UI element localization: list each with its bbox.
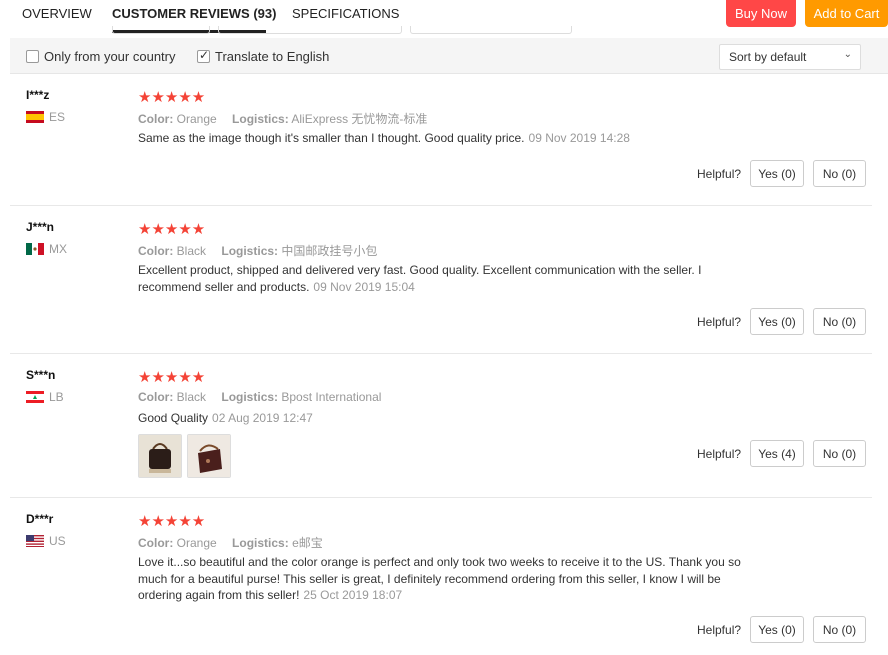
logistics-label: Logistics: bbox=[232, 536, 289, 550]
review-item: S***n LB ★★★★★ Color: Black Logistics: B… bbox=[10, 354, 872, 498]
color-value: Orange bbox=[176, 536, 217, 550]
sort-dropdown[interactable]: Sort by default ⌄ bbox=[719, 44, 861, 70]
review-attributes: Color: Black Logistics: 中国邮政挂号小包 bbox=[138, 242, 377, 259]
sort-value: Sort by default bbox=[729, 50, 807, 64]
review-attributes: Color: Orange Logistics: AliExpress 无忧物流… bbox=[138, 110, 427, 127]
review-item: I***z ES ★★★★★ Color: Orange Logistics: … bbox=[10, 74, 872, 206]
reviewer-country: ES bbox=[26, 110, 65, 124]
helpful-no-button[interactable]: No (0) bbox=[813, 440, 866, 467]
only-country-checkbox[interactable] bbox=[26, 50, 39, 63]
helpful-yes-button[interactable]: Yes (0) bbox=[750, 160, 804, 187]
search-field-edge bbox=[112, 26, 210, 34]
tab-overview[interactable]: OVERVIEW bbox=[22, 6, 92, 21]
review-body: Good Quality bbox=[138, 411, 209, 425]
tab-specifications[interactable]: SPECIFICATIONS bbox=[292, 6, 399, 21]
logistics-value: AliExpress 无忧物流-标准 bbox=[291, 112, 428, 126]
translate-label[interactable]: Translate to English bbox=[215, 49, 329, 64]
helpful-label: Helpful? bbox=[697, 623, 742, 637]
country-code: US bbox=[49, 534, 66, 548]
country-code: ES bbox=[49, 110, 66, 124]
logistics-value: 中国邮政挂号小包 bbox=[281, 244, 378, 258]
color-value: Orange bbox=[176, 112, 217, 126]
helpful-label: Helpful? bbox=[697, 447, 742, 461]
buy-now-button[interactable]: Buy Now bbox=[726, 0, 796, 27]
helpful-label: Helpful? bbox=[697, 315, 742, 329]
review-body: Love it...so beautiful and the color ora… bbox=[138, 555, 741, 602]
review-body: Same as the image though it's smaller th… bbox=[138, 131, 525, 145]
helpful-no-button[interactable]: No (0) bbox=[813, 308, 866, 335]
flag-us-icon bbox=[26, 535, 44, 547]
color-label: Color: bbox=[138, 536, 174, 550]
bag-photo-icon bbox=[139, 435, 181, 477]
bag-photo-icon bbox=[188, 435, 230, 477]
logistics-label: Logistics: bbox=[221, 390, 279, 404]
review-text: Same as the image though it's smaller th… bbox=[138, 130, 758, 147]
review-text: Good Quality 02 Aug 2019 12:47 bbox=[138, 410, 758, 427]
flag-mx-icon bbox=[26, 243, 44, 255]
reviewer-name: D***r bbox=[26, 512, 54, 526]
review-text: Excellent product, shipped and delivered… bbox=[138, 262, 728, 295]
logistics-label: Logistics: bbox=[221, 244, 279, 258]
review-photo-thumbnail[interactable] bbox=[138, 434, 182, 478]
helpful-yes-button[interactable]: Yes (4) bbox=[750, 440, 804, 467]
logistics-label: Logistics: bbox=[232, 112, 289, 126]
flag-es-icon bbox=[26, 111, 44, 123]
review-date: 02 Aug 2019 12:47 bbox=[212, 411, 313, 425]
reviewer-country: MX bbox=[26, 242, 67, 256]
reviewer-name: S***n bbox=[26, 368, 56, 382]
star-rating: ★★★★★ bbox=[138, 89, 206, 106]
chevron-down-icon: ⌄ bbox=[843, 49, 852, 60]
logistics-value: Bpost International bbox=[281, 390, 382, 404]
review-text: Love it...so beautiful and the color ora… bbox=[138, 554, 763, 604]
review-item: J***n MX ★★★★★ Color: Black Logistics: 中… bbox=[10, 206, 872, 354]
product-tab-bar: OVERVIEW CUSTOMER REVIEWS (93) SPECIFICA… bbox=[0, 0, 888, 34]
review-date: 25 Oct 2019 18:07 bbox=[303, 588, 403, 602]
search-field-edge bbox=[218, 26, 402, 34]
color-value: Black bbox=[176, 390, 207, 404]
helpful-no-button[interactable]: No (0) bbox=[813, 616, 866, 643]
color-value: Black bbox=[176, 244, 207, 258]
helpful-yes-button[interactable]: Yes (0) bbox=[750, 308, 804, 335]
helpful-yes-button[interactable]: Yes (0) bbox=[750, 616, 804, 643]
only-country-label[interactable]: Only from your country bbox=[44, 49, 176, 64]
review-photo-thumbnail[interactable] bbox=[187, 434, 231, 478]
review-attributes: Color: Black Logistics: Bpost Internatio… bbox=[138, 390, 381, 404]
reviewer-name: J***n bbox=[26, 220, 55, 234]
search-field-edge bbox=[410, 26, 572, 34]
review-filter-bar: Only from your country Translate to Engl… bbox=[10, 38, 888, 74]
logistics-value: e邮宝 bbox=[292, 536, 323, 550]
star-rating: ★★★★★ bbox=[138, 221, 206, 238]
color-label: Color: bbox=[138, 390, 174, 404]
color-label: Color: bbox=[138, 244, 174, 258]
reviewer-country: LB bbox=[26, 390, 64, 404]
review-date: 09 Nov 2019 14:28 bbox=[528, 131, 630, 145]
helpful-label: Helpful? bbox=[697, 167, 742, 181]
color-label: Color: bbox=[138, 112, 174, 126]
reviewer-name: I***z bbox=[26, 88, 50, 102]
review-date: 09 Nov 2019 15:04 bbox=[313, 279, 415, 294]
flag-lb-icon bbox=[26, 391, 44, 403]
review-body: Excellent product, shipped and delivered… bbox=[138, 263, 702, 294]
helpful-no-button[interactable]: No (0) bbox=[813, 160, 866, 187]
country-code: MX bbox=[49, 242, 67, 256]
star-rating: ★★★★★ bbox=[138, 369, 206, 386]
star-rating: ★★★★★ bbox=[138, 513, 206, 530]
tab-customer-reviews[interactable]: CUSTOMER REVIEWS (93) bbox=[112, 6, 276, 21]
review-attributes: Color: Orange Logistics: e邮宝 bbox=[138, 534, 323, 551]
country-code: LB bbox=[49, 390, 64, 404]
review-item: D***r US ★★★★★ Color: Orange Logistics: … bbox=[10, 498, 872, 655]
reviewer-country: US bbox=[26, 534, 66, 548]
translate-checkbox[interactable] bbox=[197, 48, 210, 63]
add-to-cart-button[interactable]: Add to Cart bbox=[805, 0, 888, 27]
